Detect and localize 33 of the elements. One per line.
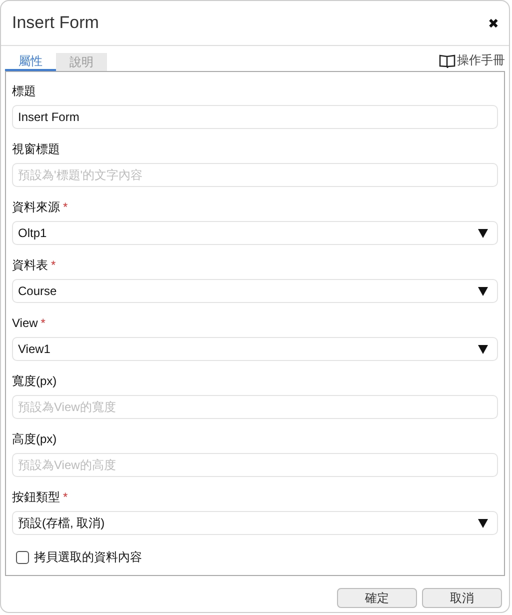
required-mark: * [51,258,56,272]
field-label: 按鈕類型 [12,490,60,504]
window-title: Insert Form [12,13,99,33]
book-icon [439,54,456,68]
required-mark: * [63,200,68,214]
required-mark: * [63,490,68,504]
dialog-button[interactable]: 取消 [422,588,502,608]
field-label: 資料來源 [12,200,60,214]
checkbox-label: 拷貝選取的資料內容 [34,549,142,566]
dropdown-arrow-icon [478,344,488,354]
field-label: View [12,316,38,330]
input-field[interactable]: 預設為View的寬度 [12,395,498,419]
dropdown-arrow-icon [478,228,488,238]
required-mark: * [40,316,46,330]
field-label: 資料表 [12,258,48,272]
dropdown-arrow-icon [478,518,488,528]
tab[interactable]: 屬性 [5,53,56,71]
checkbox[interactable] [16,551,29,564]
input-field[interactable]: 預設為View的高度 [12,453,498,477]
field-label: 標題 [12,84,36,98]
dialog-button[interactable]: 確定 [337,588,417,608]
dropdown-arrow-icon [478,286,488,296]
dropdown-field[interactable]: 預設(存檔, 取消) [12,511,498,535]
field-label: 寬度(px) [12,374,57,388]
dropdown-field[interactable]: Course [12,279,498,303]
manual-link[interactable]: 操作手冊 [439,52,505,69]
input-field[interactable]: 預設為'標題'的文字內容 [12,163,498,187]
dropdown-field[interactable]: Oltp1 [12,221,498,245]
field-label: 視窗標題 [12,142,60,156]
input-field[interactable]: Insert Form [12,105,498,129]
dropdown-field[interactable]: View1 [12,337,498,361]
close-button[interactable]: ✖ [488,16,499,30]
field-label: 高度(px) [12,432,57,446]
